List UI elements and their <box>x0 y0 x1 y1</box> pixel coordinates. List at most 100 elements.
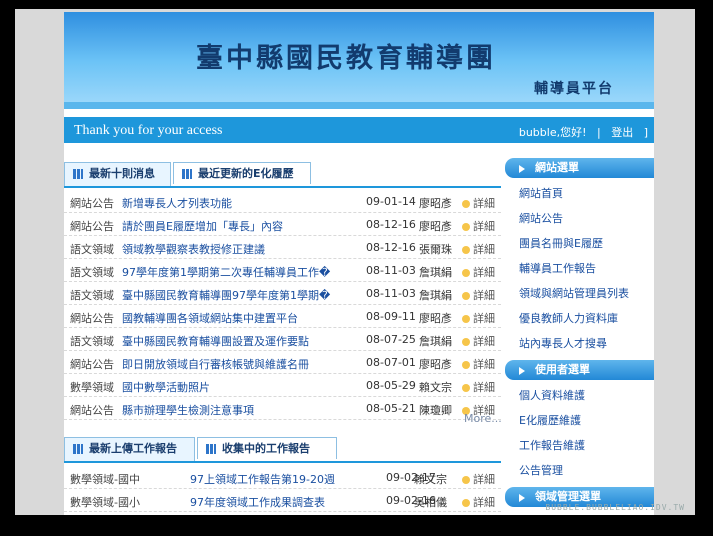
item-title-link[interactable]: 請於團員E履歷增加「專長」內容 <box>122 218 283 234</box>
detail-button[interactable]: 詳細 <box>462 241 495 257</box>
item-category: 數學領域 <box>70 381 114 394</box>
sidebar-item[interactable]: 公告管理 <box>505 458 654 483</box>
detail-button[interactable]: 詳細 <box>462 471 495 487</box>
tab-latest-reports[interactable]: 最新上傳工作報告 <box>64 437 195 461</box>
sidebar-item[interactable]: 網站首頁 <box>505 181 654 206</box>
item-category: 網站公告 <box>70 197 114 210</box>
list-item: 網站公告 即日開放領域自行審核帳號與維護名冊 08-07-01 廖昭彥 詳細 <box>64 351 501 374</box>
sidebar-item[interactable]: 領域與網站管理員列表 <box>505 281 654 306</box>
tab-label: 最近更新的E化履歷 <box>198 167 294 180</box>
user-separator: | <box>590 126 608 139</box>
item-author: 詹琪絹 <box>419 289 452 302</box>
sidebar-item[interactable]: 網站公告 <box>505 206 654 231</box>
detail-icon <box>462 338 470 346</box>
detail-button[interactable]: 詳細 <box>462 287 495 303</box>
detail-button[interactable]: 詳細 <box>462 218 495 234</box>
detail-button[interactable]: 詳細 <box>462 356 495 372</box>
item-category: 語文領域 <box>70 243 114 256</box>
item-title-link[interactable]: 即日開放領域自行審核帳號與維護名冊 <box>122 356 309 372</box>
sidebar-item[interactable]: 個人資料維護 <box>505 383 654 408</box>
sidebar-item[interactable]: 輔導員工作報告 <box>505 256 654 281</box>
watermark: BUBBLE.BUBBLELIAO.IDV.TW <box>545 503 685 512</box>
detail-button[interactable]: 詳細 <box>462 333 495 349</box>
detail-icon <box>462 476 470 484</box>
item-category: 語文領域 <box>70 266 114 279</box>
item-title-link[interactable]: 臺中縣國民教育輔導團97學年度第1學期� <box>122 287 330 303</box>
item-author: 詹琪絹 <box>419 335 452 348</box>
detail-button[interactable]: 詳細 <box>462 310 495 326</box>
item-category: 語文領域 <box>70 289 114 302</box>
item-title-link[interactable]: 新增專長人才列表功能 <box>122 195 232 211</box>
detail-icon <box>462 499 470 507</box>
item-author: 廖昭彥 <box>419 197 452 210</box>
grid-icon <box>73 444 83 454</box>
item-title-link[interactable]: 縣市辦理學生檢測注意事項 <box>122 402 254 418</box>
detail-button[interactable]: 詳細 <box>462 264 495 280</box>
detail-button[interactable]: 詳細 <box>462 379 495 395</box>
item-author: 陳瓊卿 <box>419 404 452 417</box>
report-list: 數學領域-國中 97上領域工作報告第19-20週 09-02-17 賴文宗 詳細 數學領域… <box>64 466 501 515</box>
detail-label: 詳細 <box>473 289 495 302</box>
banner-band <box>64 102 654 109</box>
detail-label: 詳細 <box>473 266 495 279</box>
list-item: 數學領域-國中 97上領域工作報告第19-20週 09-02-17 賴文宗 詳細 <box>64 466 501 489</box>
grid-icon <box>73 169 83 179</box>
tab-recent-resumes[interactable]: 最近更新的E化履歷 <box>173 162 311 184</box>
item-date: 08-11-03 <box>366 264 416 277</box>
site-banner: 臺中縣國民教育輔導團 輔導員平台 <box>64 12 654 102</box>
item-author: 賴文宗 <box>414 473 447 486</box>
user-menu: 個人資料維護 E化履歷維護 工作報告維護 公告管理 <box>505 380 654 487</box>
user-menu-header: 使用者選單 <box>505 360 654 380</box>
page: 臺中縣國民教育輔導團 輔導員平台 Thank you for your acce… <box>64 12 654 515</box>
sidebar-item[interactable]: E化履歷維護 <box>505 408 654 433</box>
sidebar-item[interactable]: 站內專長人才搜尋 <box>505 331 654 356</box>
item-date: 08-12-16 <box>366 218 416 231</box>
detail-icon <box>462 292 470 300</box>
item-title-link[interactable]: 97上領域工作報告第19-20週 <box>190 471 335 487</box>
detail-label: 詳細 <box>473 358 495 371</box>
list-item: 網站公告 新增專長人才列表功能 09-01-14 廖昭彥 詳細 <box>64 190 501 213</box>
item-title-link[interactable]: 臺中縣國民教育輔導團設置及運作要點 <box>122 333 309 349</box>
user-area: bubble,您好! | 登出 ] <box>519 124 648 140</box>
item-date: 08-07-01 <box>366 356 416 369</box>
list-item: 網站公告 國教輔導團各領域網站集中建置平台 08-09-11 廖昭彥 詳細 <box>64 305 501 328</box>
sidebar-item[interactable]: 優良教師人力資料庫 <box>505 306 654 331</box>
tab-latest-news[interactable]: 最新十則消息 <box>64 162 171 186</box>
item-title-link[interactable]: 國教輔導團各領域網站集中建置平台 <box>122 310 298 326</box>
detail-button[interactable]: 詳細 <box>462 494 495 510</box>
site-subtitle: 輔導員平台 <box>534 81 614 97</box>
item-category: 網站公告 <box>70 220 114 233</box>
welcome-bar: Thank you for your access bubble,您好! | 登… <box>64 117 654 143</box>
sidebar-item[interactable]: 團員名冊與E履歷 <box>505 231 654 256</box>
detail-label: 詳細 <box>473 243 495 256</box>
detail-label: 詳細 <box>473 473 495 486</box>
detail-label: 詳細 <box>473 220 495 233</box>
detail-icon <box>462 269 470 277</box>
detail-label: 詳細 <box>473 496 495 509</box>
item-date: 08-05-21 <box>366 402 416 415</box>
list-item: 網站公告 請於團員E履歷增加「專長」內容 08-12-16 廖昭彥 詳細 <box>64 213 501 236</box>
report-tabs: 最新上傳工作報告 收集中的工作報告 <box>64 437 501 463</box>
detail-label: 詳細 <box>473 381 495 394</box>
item-title-link[interactable]: 領域教學觀察表教授修正建議 <box>122 241 265 257</box>
item-date: 08-05-29 <box>366 379 416 392</box>
item-author: 賴文宗 <box>419 381 452 394</box>
item-title-link[interactable]: 97學年度第1學期第二次專任輔導員工作� <box>122 264 330 280</box>
user-separator: ] <box>636 126 648 139</box>
site-title: 臺中縣國民教育輔導團 <box>196 43 496 74</box>
list-item: 語文領域 臺中縣國民教育輔導團97學年度第1學期� 08-11-03 詹琪絹 詳細 <box>64 282 501 305</box>
item-title-link[interactable]: 97年度領域工作成果調查表 <box>190 494 325 510</box>
item-category: 網站公告 <box>70 404 114 417</box>
more-link[interactable]: More... <box>464 412 502 425</box>
banner-divider <box>64 109 654 113</box>
detail-icon <box>462 246 470 254</box>
browser-frame: 臺中縣國民教育輔導團 輔導員平台 Thank you for your acce… <box>15 9 695 515</box>
tab-collecting-reports[interactable]: 收集中的工作報告 <box>197 437 337 459</box>
list-item: 語文領域 97學年度第1學期第二次專任輔導員工作� 08-11-03 詹琪絹 詳細 <box>64 259 501 282</box>
list-item: 網站公告 縣市辦理學生檢測注意事項 08-05-21 陳瓊卿 詳細 <box>64 397 501 420</box>
item-title-link[interactable]: 國中數學活動照片 <box>122 379 210 395</box>
logout-link[interactable]: 登出 <box>611 126 633 139</box>
sidebar-item[interactable]: 工作報告維護 <box>505 433 654 458</box>
detail-button[interactable]: 詳細 <box>462 195 495 211</box>
detail-icon <box>462 361 470 369</box>
